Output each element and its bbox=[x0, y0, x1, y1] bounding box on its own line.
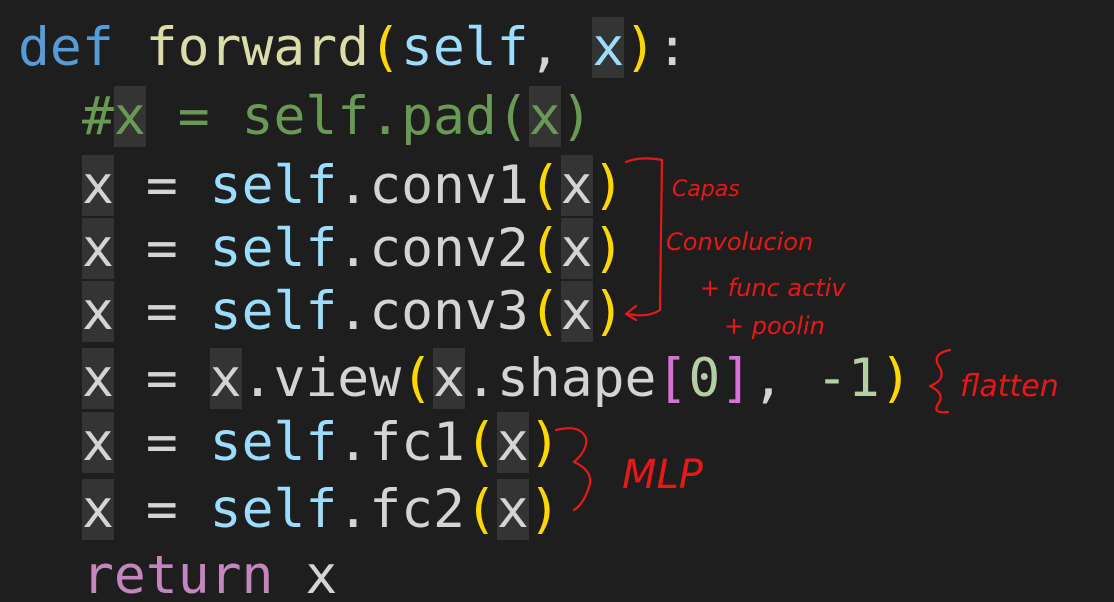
code-line-conv2[interactable]: x = self.conv2(x) bbox=[82, 216, 625, 282]
annotation-capas: Capas bbox=[672, 177, 740, 202]
code-token: ) bbox=[592, 218, 625, 279]
code-token: ) bbox=[879, 348, 912, 409]
code-token: .conv3 bbox=[337, 281, 529, 342]
code-token: ) bbox=[528, 479, 561, 540]
code-token: [ bbox=[656, 348, 689, 409]
code-token: .fc1 bbox=[337, 412, 465, 473]
code-token: x bbox=[209, 348, 242, 409]
code-token: self bbox=[209, 155, 338, 216]
code-token: x bbox=[560, 281, 593, 342]
conv-bracket-arrow bbox=[624, 304, 638, 322]
code-token: ( bbox=[369, 17, 401, 78]
code-token: .shape bbox=[464, 348, 657, 409]
code-token: ( bbox=[401, 348, 434, 409]
code-token: ( bbox=[464, 412, 497, 473]
code-token: = bbox=[113, 412, 210, 473]
code-token: ( bbox=[464, 479, 497, 540]
code-editor[interactable]: def forward(self, x): #x = self.pad(x) x… bbox=[0, 0, 1114, 602]
code-token: .fc2 bbox=[337, 479, 465, 540]
code-token: return bbox=[82, 545, 274, 602]
code-token: , bbox=[752, 348, 817, 409]
code-token: ( bbox=[528, 281, 561, 342]
code-token: , bbox=[528, 17, 593, 78]
code-token: ( bbox=[528, 155, 561, 216]
code-token: self bbox=[209, 479, 338, 540]
code-token: ) bbox=[592, 155, 625, 216]
code-token: : bbox=[656, 17, 689, 78]
code-token: = bbox=[113, 281, 210, 342]
code-token: x bbox=[496, 479, 529, 540]
code-token: = bbox=[113, 218, 210, 279]
code-token: ) bbox=[528, 412, 561, 473]
annotation-flatten: flatten bbox=[960, 369, 1059, 404]
code-token: ( bbox=[528, 218, 561, 279]
mlp-brace bbox=[554, 427, 592, 512]
code-token: x bbox=[82, 412, 114, 473]
code-token: x bbox=[82, 281, 114, 342]
code-token: self bbox=[209, 412, 338, 473]
annotation-convolucion: Convolucion bbox=[666, 228, 813, 256]
code-token: ) bbox=[560, 86, 593, 147]
code-token: x bbox=[82, 218, 114, 279]
code-token: = bbox=[113, 155, 210, 216]
code-token: x bbox=[82, 155, 114, 216]
code-token: x bbox=[82, 479, 114, 540]
code-token: x bbox=[560, 218, 593, 279]
conv-bracket bbox=[624, 157, 664, 317]
code-token: def bbox=[18, 17, 114, 78]
flatten-brace bbox=[928, 348, 952, 414]
code-line-conv1[interactable]: x = self.conv1(x) bbox=[82, 153, 625, 219]
code-token: ] bbox=[720, 348, 753, 409]
code-token: x bbox=[82, 348, 114, 409]
code-token: ) bbox=[592, 281, 625, 342]
code-token: x bbox=[433, 348, 465, 409]
code-token: .conv2 bbox=[337, 218, 529, 279]
code-token: x bbox=[592, 17, 625, 78]
code-token: x bbox=[560, 155, 593, 216]
code-token: = self.pad( bbox=[145, 86, 529, 147]
code-line-comment-pad[interactable]: #x = self.pad(x) bbox=[82, 84, 593, 150]
code-line-return[interactable]: return x bbox=[82, 543, 337, 602]
code-token: = bbox=[113, 348, 210, 409]
annotation-mlp: MLP bbox=[622, 452, 704, 498]
code-token: .conv1 bbox=[337, 155, 529, 216]
code-token: x bbox=[528, 86, 561, 147]
code-line-view[interactable]: x = x.view(x.shape[0], -1) bbox=[82, 346, 912, 412]
annotation-poolin: + poolin bbox=[724, 312, 825, 340]
code-line-fc2[interactable]: x = self.fc2(x) bbox=[82, 477, 561, 543]
code-token: x bbox=[273, 545, 338, 602]
code-token: x bbox=[496, 412, 529, 473]
code-token: .view bbox=[241, 348, 402, 409]
code-token: self bbox=[209, 218, 338, 279]
annotation-func-activ: + func activ bbox=[700, 274, 846, 302]
code-token: self bbox=[209, 281, 338, 342]
code-token: self bbox=[400, 17, 529, 78]
code-token: -1 bbox=[816, 348, 880, 409]
code-token: = bbox=[113, 479, 210, 540]
code-token: x bbox=[113, 86, 146, 147]
code-token: # bbox=[82, 86, 114, 147]
code-token: 0 bbox=[688, 348, 721, 409]
code-line-fc1[interactable]: x = self.fc1(x) bbox=[82, 410, 561, 476]
code-token: ) bbox=[624, 17, 657, 78]
code-line-def[interactable]: def forward(self, x): bbox=[18, 15, 688, 81]
code-line-conv3[interactable]: x = self.conv3(x) bbox=[82, 279, 625, 345]
code-token: forward bbox=[145, 17, 370, 78]
